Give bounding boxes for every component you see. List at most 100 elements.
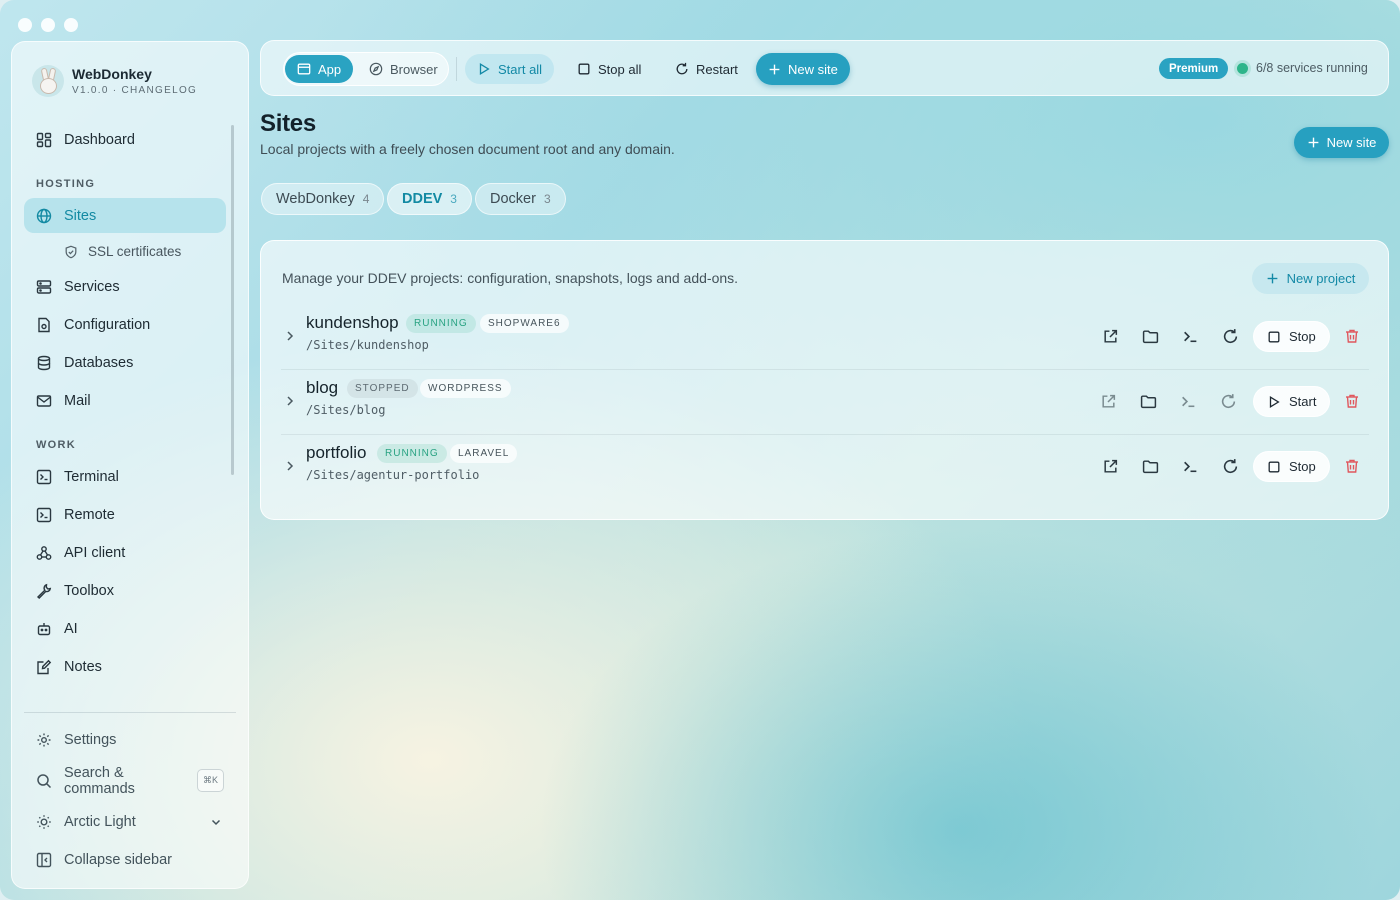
terminal-prompt-icon[interactable]: [1177, 390, 1199, 412]
file-settings-icon: [38, 317, 50, 332]
restart-icon[interactable]: [1217, 390, 1239, 412]
brand[interactable]: WebDonkey V1.0.0 · CHANGELOG: [32, 65, 197, 97]
sidebar-item-search-commands[interactable]: Search & commands ⌘K: [24, 763, 226, 798]
trash-icon[interactable]: [1341, 325, 1363, 347]
stop-project-button[interactable]: Stop: [1253, 451, 1330, 482]
folder-icon[interactable]: [1139, 455, 1161, 477]
new-site-button[interactable]: New site: [1294, 127, 1389, 158]
sidebar-item-ai[interactable]: AI: [24, 611, 226, 646]
app-logo-icon: [32, 65, 64, 97]
theme-selector[interactable]: Arctic Light: [24, 804, 226, 839]
chevron-right-icon[interactable]: [283, 459, 297, 473]
sidebar-scrollbar[interactable]: [231, 125, 234, 475]
status-badge: RUNNING: [406, 314, 476, 333]
page-title: Sites: [260, 110, 316, 137]
shortcut-badge: ⌘K: [196, 769, 224, 792]
folder-icon[interactable]: [1137, 390, 1159, 412]
restart-button[interactable]: Restart: [663, 54, 750, 84]
chevron-right-icon[interactable]: [283, 394, 297, 408]
project-row[interactable]: portfolio RUNNING LARAVEL /Sites/agentur…: [281, 435, 1369, 500]
services-status-text[interactable]: 6/8 services running: [1256, 61, 1368, 75]
sidebar-item-label: Terminal: [64, 468, 119, 485]
sidebar-item-toolbox[interactable]: Toolbox: [24, 573, 226, 608]
sidebar-item-remote[interactable]: Remote: [24, 497, 226, 532]
start-all-button[interactable]: Start all: [465, 54, 555, 84]
new-project-button[interactable]: New project: [1252, 263, 1369, 294]
tab-count: 3: [450, 192, 457, 206]
project-path: /Sites/blog: [306, 403, 386, 417]
sidebar-item-mail[interactable]: Mail: [24, 383, 226, 418]
sun-icon: [37, 814, 51, 829]
stop-project-button[interactable]: Stop: [1253, 321, 1330, 352]
sidebar-item-label: Collapse sidebar: [64, 851, 173, 868]
stop-all-button[interactable]: Stop all: [565, 54, 653, 84]
sidebar-item-configuration[interactable]: Configuration: [24, 307, 226, 342]
sidebar-item-notes[interactable]: Notes: [24, 649, 226, 684]
maximize-window-button[interactable]: [64, 18, 78, 32]
sidebar-item-sites[interactable]: Sites: [24, 198, 226, 233]
minimize-window-button[interactable]: [41, 18, 55, 32]
play-icon: [479, 63, 490, 75]
webhook-icon: [36, 545, 52, 560]
sidebar-item-dashboard[interactable]: Dashboard: [24, 122, 226, 157]
open-external-icon[interactable]: [1097, 390, 1119, 412]
tab-webdonkey[interactable]: WebDonkey 4: [261, 183, 385, 215]
remote-terminal-icon: [36, 507, 52, 522]
gear-icon: [37, 733, 51, 746]
terminal-prompt-icon[interactable]: [1179, 325, 1201, 347]
open-external-icon[interactable]: [1099, 325, 1121, 347]
sidebar-item-label: Notes: [64, 658, 102, 675]
project-row[interactable]: blog STOPPED WORDPRESS /Sites/blog Start: [281, 370, 1369, 435]
sidebar-item-terminal[interactable]: Terminal: [24, 459, 226, 494]
project-name[interactable]: kundenshop: [306, 313, 399, 333]
page-subtitle: Local projects with a freely chosen docu…: [260, 141, 675, 157]
refresh-icon: [676, 62, 688, 75]
sidebar-item-api-client[interactable]: API client: [24, 535, 226, 570]
view-mode-app-button[interactable]: App: [285, 55, 354, 83]
restart-icon[interactable]: [1219, 455, 1241, 477]
sidebar-item-label: Databases: [64, 354, 134, 371]
project-name[interactable]: blog: [306, 378, 338, 398]
toolbar-new-site-label: New site: [788, 61, 838, 77]
play-icon: [1269, 395, 1280, 408]
view-mode-browser-button[interactable]: Browser: [357, 55, 450, 83]
ddev-projects-panel: Manage your DDEV projects: configuration…: [260, 240, 1389, 520]
status-badge: STOPPED: [347, 379, 418, 398]
mail-icon: [36, 394, 52, 407]
bot-icon: [37, 622, 51, 635]
open-external-icon[interactable]: [1099, 455, 1121, 477]
collapse-sidebar-button[interactable]: Collapse sidebar: [24, 842, 226, 877]
chevron-down-icon: [211, 819, 221, 825]
new-project-label: New project: [1286, 271, 1356, 286]
project-action-label: Start: [1289, 394, 1317, 409]
project-name[interactable]: portfolio: [306, 443, 366, 463]
app-window-icon: [297, 63, 311, 75]
close-window-button[interactable]: [18, 18, 32, 32]
version-changelog-link[interactable]: V1.0.0 · CHANGELOG: [72, 85, 197, 96]
plus-icon: [1308, 137, 1318, 148]
sidebar-item-label: Services: [64, 278, 120, 295]
sidebar-item-services[interactable]: Services: [24, 269, 226, 304]
project-row[interactable]: kundenshop RUNNING SHOPWARE6 /Sites/kund…: [281, 305, 1369, 370]
sidebar-item-settings[interactable]: Settings: [24, 722, 226, 757]
sidebar-item-label: Configuration: [64, 316, 151, 333]
services-status-dot: [1237, 63, 1248, 74]
sidebar-item-databases[interactable]: Databases: [24, 345, 226, 380]
toolbar-new-site-button[interactable]: New site: [756, 53, 850, 85]
start-project-button[interactable]: Start: [1253, 386, 1331, 417]
tab-ddev[interactable]: DDEV 3: [387, 183, 472, 215]
chevron-right-icon[interactable]: [283, 329, 297, 343]
sidebar-item-label: SSL certificates: [88, 244, 182, 259]
project-path: /Sites/kundenshop: [306, 338, 429, 352]
window-controls: [18, 18, 78, 32]
restart-icon[interactable]: [1219, 325, 1241, 347]
view-mode-app-label: App: [318, 61, 342, 77]
sidebar-item-ssl-certificates[interactable]: SSL certificates: [50, 234, 226, 269]
trash-icon[interactable]: [1341, 455, 1363, 477]
premium-badge[interactable]: Premium: [1159, 58, 1229, 79]
trash-icon[interactable]: [1341, 390, 1363, 412]
folder-icon[interactable]: [1139, 325, 1161, 347]
tab-docker[interactable]: Docker 3: [475, 183, 566, 215]
terminal-prompt-icon[interactable]: [1179, 455, 1201, 477]
sidebar-item-label: AI: [64, 620, 78, 637]
